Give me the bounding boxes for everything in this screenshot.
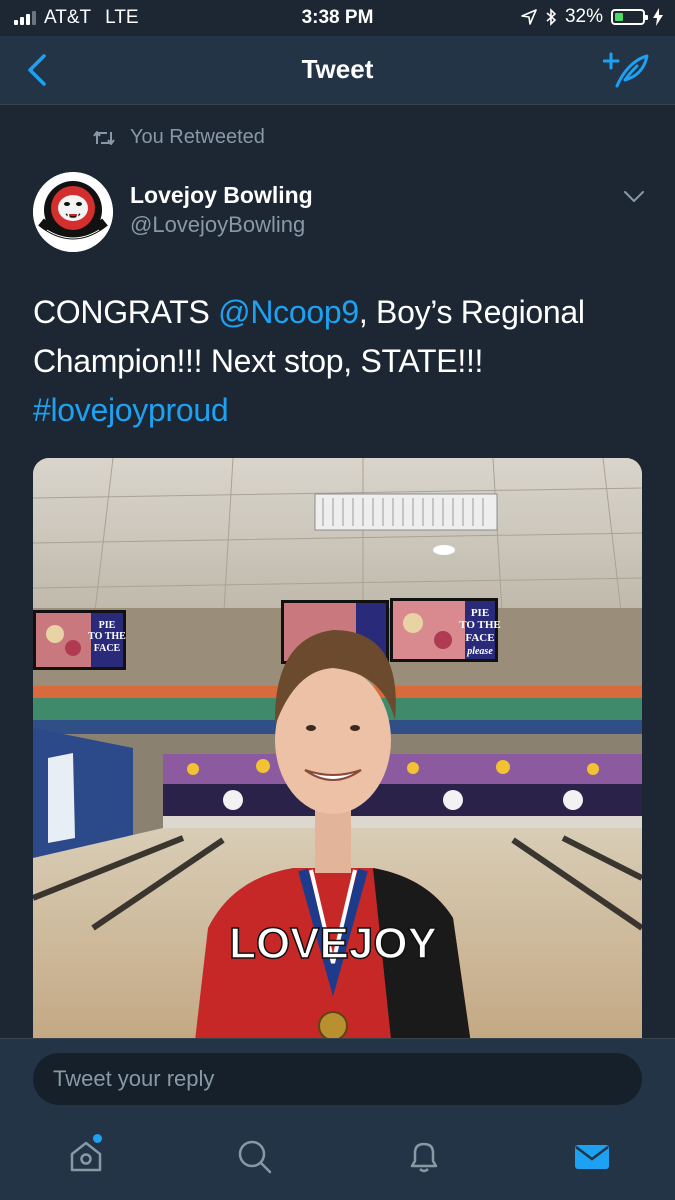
tweet-mention[interactable]: @Ncoop9: [218, 294, 359, 330]
tweet-photo[interactable]: PIE TO THE FACE PIE TO THE FACE please L…: [33, 458, 642, 1058]
battery-percent: 32%: [564, 6, 603, 27]
shirt-text: LOVEJOY: [229, 919, 437, 968]
screen-text-right: PIE: [471, 607, 489, 619]
tab-bar: [0, 1118, 675, 1200]
home-notification-dot: [93, 1134, 102, 1143]
location-arrow-icon: [521, 9, 537, 25]
retweet-label: You Retweeted: [130, 126, 265, 148]
bell-icon: [410, 1142, 438, 1173]
tab-notifications[interactable]: [404, 1136, 444, 1176]
screen-text-left-2: TO THE: [88, 631, 126, 642]
battery-icon: [611, 9, 648, 25]
tab-search[interactable]: [234, 1136, 274, 1176]
bowling-alley-photo: PIE TO THE FACE PIE TO THE FACE please L…: [33, 458, 642, 1058]
bluetooth-icon: [546, 8, 557, 26]
author-handle[interactable]: @LovejoyBowling: [130, 212, 305, 238]
search-icon: [238, 1140, 272, 1174]
screen-text-left: PIE: [99, 620, 116, 631]
author-name[interactable]: Lovejoy Bowling: [130, 182, 313, 209]
tweet-text-part1: CONGRATS: [33, 294, 219, 330]
screen-text-right-3: FACE: [465, 632, 494, 644]
tweet-text: CONGRATS @Ncoop9, Boy’s Regional Champio…: [33, 288, 643, 435]
tab-messages[interactable]: [572, 1136, 612, 1176]
reply-input[interactable]: [33, 1053, 642, 1105]
mail-icon: [575, 1145, 609, 1169]
compose-tweet-button[interactable]: [602, 50, 649, 90]
chevron-down-icon: [624, 191, 644, 202]
status-bar: AT&T LTE 3:38 PM 32%: [0, 0, 675, 36]
charging-bolt-icon: [653, 8, 663, 26]
retweet-indicator: You Retweeted: [92, 126, 265, 149]
reply-bar: [0, 1038, 675, 1119]
tweet-options-button[interactable]: [623, 190, 645, 204]
nav-bar: Tweet: [0, 36, 675, 105]
avatar[interactable]: [33, 172, 113, 252]
page-title: Tweet: [301, 54, 374, 84]
lovejoy-logo-icon: [33, 172, 113, 252]
screen-text-left-3: FACE: [94, 643, 121, 654]
screen-subtext-right: please: [466, 646, 493, 657]
screen-text-right-2: TO THE: [459, 619, 500, 631]
tweet-hashtag[interactable]: #lovejoyproud: [33, 392, 229, 428]
status-right: 32%: [521, 6, 663, 28]
compose-tweet-icon: [602, 52, 649, 88]
retweet-icon: [93, 130, 115, 145]
